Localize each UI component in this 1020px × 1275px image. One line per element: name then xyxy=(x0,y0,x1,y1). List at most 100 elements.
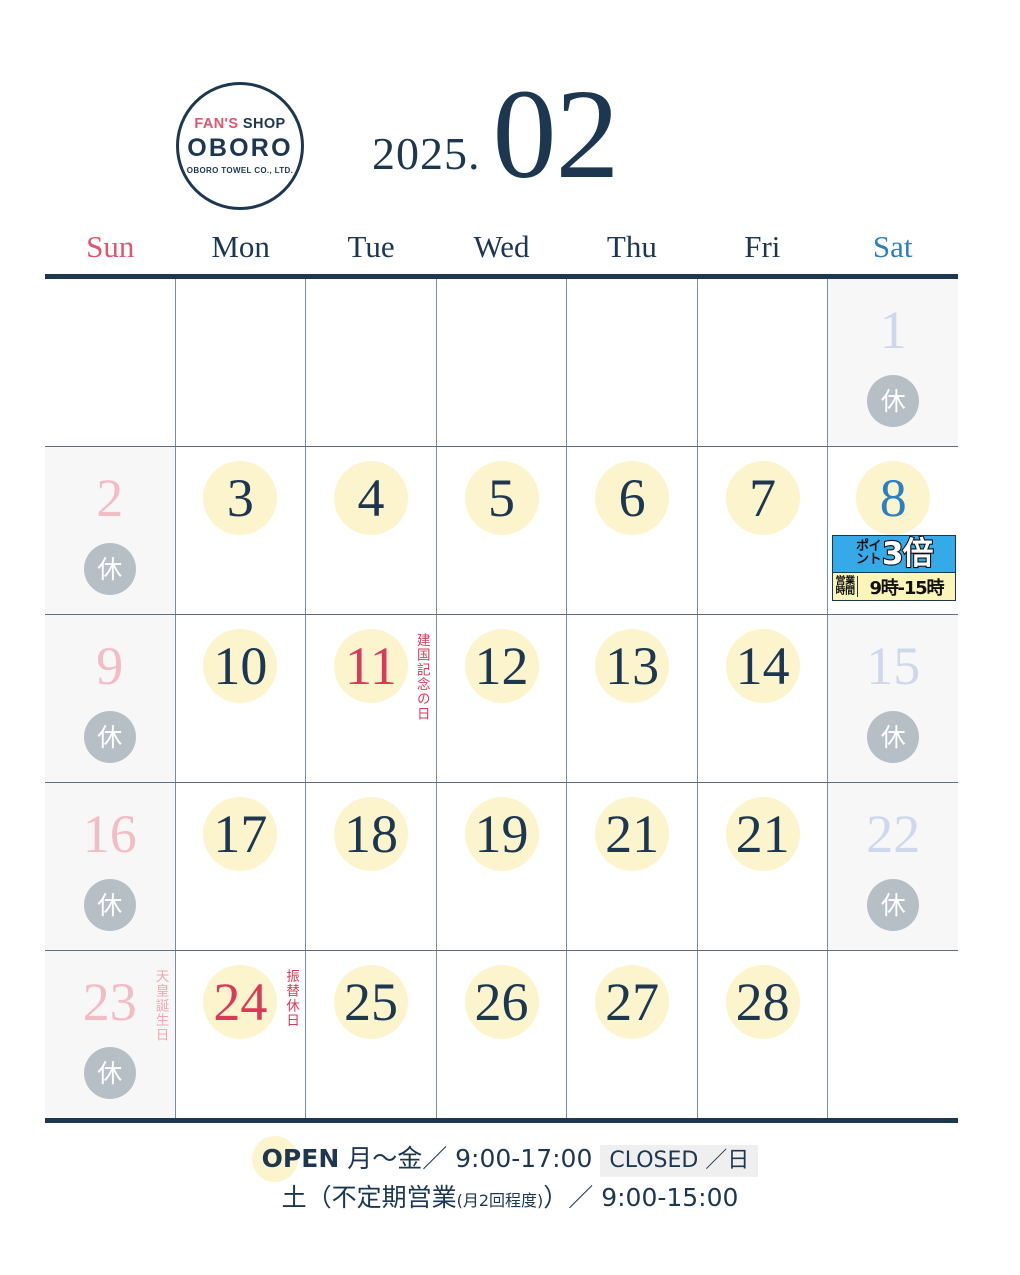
calendar-day-cell[interactable]: 11 建国記念の日 xyxy=(306,615,437,782)
day-number-wrap: 15 xyxy=(828,629,958,703)
holiday-name-label: 建国記念の日 xyxy=(413,633,430,722)
day-number-wrap: 17 xyxy=(176,797,306,871)
calendar-day-cell[interactable]: 27 xyxy=(567,951,698,1118)
business-hours-banner: 営業 時間 9時-15時 xyxy=(832,573,957,601)
day-number-wrap: 21 xyxy=(698,797,828,871)
calendar-day-cell[interactable]: 28 xyxy=(697,951,829,1118)
logo-company-name: OBORO TOWEL CO., LTD. xyxy=(186,166,294,176)
calendar-day-cell[interactable]: 4 xyxy=(306,447,437,614)
calendar-day-cell[interactable]: 23 休天皇誕生日 xyxy=(45,951,176,1118)
logo-tagline: FAN'S SHOP xyxy=(194,117,285,132)
closed-day-badge: 休 xyxy=(867,879,920,931)
calendar-day-cell[interactable]: 21 xyxy=(697,783,829,950)
calendar-month: 02 xyxy=(492,63,620,205)
day-number-wrap: 25 xyxy=(306,965,436,1039)
weekday-header-sun: Sun xyxy=(86,229,135,264)
calendar-year: 2025. xyxy=(372,128,481,179)
day-number-wrap: 10 xyxy=(176,629,306,703)
day-number: 23 xyxy=(82,972,137,1032)
calendar-day-cell[interactable]: 22 休 xyxy=(828,783,959,950)
day-number-wrap: 28 xyxy=(698,965,828,1039)
calendar-day-cell[interactable]: 7 xyxy=(697,447,829,614)
day-number: 9 xyxy=(96,636,124,696)
day-number: 16 xyxy=(82,804,137,864)
calendar-empty-cell xyxy=(828,951,959,1118)
day-number: 10 xyxy=(213,636,268,696)
day-number-wrap: 22 xyxy=(828,797,958,871)
closed-day-badge: 休 xyxy=(867,711,920,763)
day-number-wrap: 3 xyxy=(176,461,306,535)
closed-badge: CLOSED ／日 xyxy=(600,1145,759,1177)
day-number: 26 xyxy=(474,972,529,1032)
calendar-empty-cell xyxy=(175,279,307,446)
day-number: 22 xyxy=(866,804,921,864)
calendar-day-cell[interactable]: 26 xyxy=(436,951,568,1118)
calendar-day-cell[interactable]: 1休 xyxy=(828,279,959,446)
day-number-wrap: 27 xyxy=(567,965,697,1039)
day-number: 6 xyxy=(618,468,646,528)
calendar-week-row: 9 休 10 11 建国記念の日 12 13 14 15 休 xyxy=(45,615,959,783)
calendar-day-cell[interactable]: 24 振替休日 xyxy=(175,951,307,1118)
calendar-empty-cell xyxy=(697,279,829,446)
closed-day-badge: 休 xyxy=(83,711,136,763)
day-number: 21 xyxy=(605,804,660,864)
business-hours-label-line2: 時間 xyxy=(835,585,855,597)
calendar-empty-cell xyxy=(306,279,437,446)
footer-line-saturday: 土（不定期営業(月2回程度)）／ 9:00-15:00 xyxy=(0,1179,1020,1218)
closed-day-badge: 休 xyxy=(867,375,920,427)
logo-fans-text: FAN'S xyxy=(194,115,239,132)
holiday-name-label: 天皇誕生日 xyxy=(152,969,169,1043)
business-hours-label: 営業 時間 xyxy=(833,576,858,597)
calendar-day-cell[interactable]: 14 xyxy=(697,615,829,782)
calendar-day-cell[interactable]: 9休 xyxy=(45,615,176,782)
day-number-wrap: 5 xyxy=(437,461,567,535)
calendar-week-row: 23 休天皇誕生日 24 振替休日 25 26 27 28 xyxy=(45,951,959,1118)
calendar-day-cell[interactable]: 3 xyxy=(175,447,307,614)
calendar-day-cell[interactable]: 16 休 xyxy=(45,783,176,950)
weekday-header-wed: Wed xyxy=(473,229,530,264)
closed-day-badge: 休 xyxy=(83,879,136,931)
calendar-grid: 1 休 2 休 3 4 5 6 7 8 ポイ ント 3倍 営業 時間 9時-15時 9 休 10 11 建国記念の日 12… xyxy=(45,274,959,1123)
saturday-frequency-note: (月2回程度) xyxy=(456,1190,544,1210)
calendar-day-cell[interactable]: 13 xyxy=(567,615,698,782)
brand-logo: FAN'S SHOP OBORO OBORO TOWEL CO., LTD. xyxy=(176,82,304,210)
day-number-wrap: 14 xyxy=(698,629,828,703)
day-number-wrap: 8 xyxy=(828,461,958,535)
weekday-header-row: Sun Mon Tue Wed Thu Fri Sat xyxy=(45,228,958,265)
weekday-header-tue: Tue xyxy=(347,229,395,264)
day-number: 28 xyxy=(735,972,790,1032)
logo-brand-name: OBORO xyxy=(187,134,293,163)
day-number: 17 xyxy=(213,804,268,864)
calendar-day-cell[interactable]: 25 xyxy=(306,951,437,1118)
day-number: 8 xyxy=(879,468,907,528)
weekday-header-mon: Mon xyxy=(211,229,270,264)
calendar-day-cell[interactable]: 5 xyxy=(436,447,568,614)
day-number-wrap: 18 xyxy=(306,797,436,871)
points-promo-label-line2: ント xyxy=(855,552,882,567)
logo-shop-text: SHOP xyxy=(242,115,286,132)
day-number-wrap: 9 xyxy=(45,629,175,703)
calendar-day-cell[interactable]: 21 xyxy=(567,783,698,950)
calendar-day-cell[interactable]: 8 ポイ ント 3倍 営業 時間 9時-15時 xyxy=(828,447,959,614)
calendar-day-cell[interactable]: 15 休 xyxy=(828,615,959,782)
day-number: 7 xyxy=(749,468,777,528)
day-number: 15 xyxy=(866,636,921,696)
day-number: 27 xyxy=(605,972,660,1032)
promotion-banner: ポイ ント 3倍 営業 時間 9時-15時 xyxy=(832,535,957,601)
calendar-empty-cell xyxy=(45,279,176,446)
calendar-day-cell[interactable]: 6 xyxy=(567,447,698,614)
calendar-day-cell[interactable]: 12 xyxy=(436,615,568,782)
weekday-header-fri: Fri xyxy=(744,229,781,264)
open-label: OPEN xyxy=(262,1140,340,1179)
calendar-day-cell[interactable]: 2休 xyxy=(45,447,176,614)
calendar-day-cell[interactable]: 17 xyxy=(175,783,307,950)
day-number-wrap: 12 xyxy=(437,629,567,703)
closed-day-badge: 休 xyxy=(83,543,136,595)
day-number: 12 xyxy=(474,636,529,696)
saturday-text-a: 土（不定期営業 xyxy=(281,1182,457,1212)
calendar-day-cell[interactable]: 19 xyxy=(436,783,568,950)
calendar-day-cell[interactable]: 10 xyxy=(175,615,307,782)
day-number: 1 xyxy=(879,300,907,360)
points-promo-label: ポイ ント xyxy=(855,540,882,567)
calendar-day-cell[interactable]: 18 xyxy=(306,783,437,950)
